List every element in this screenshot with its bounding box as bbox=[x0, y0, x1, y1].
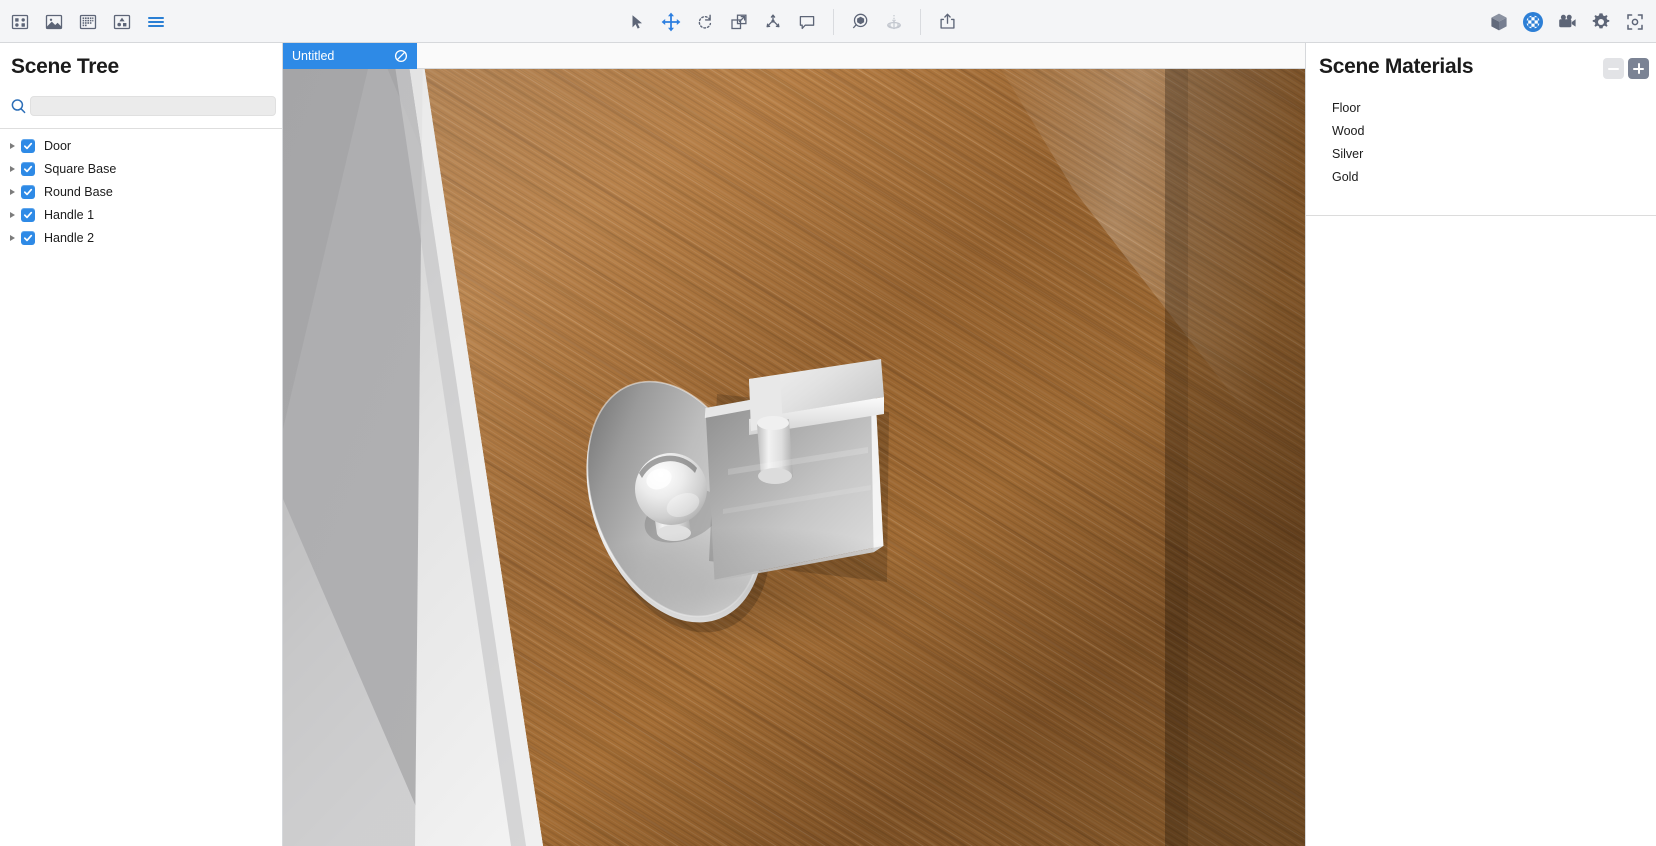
tree-item-label: Round Base bbox=[44, 184, 113, 199]
material-item-wood[interactable]: Wood bbox=[1306, 119, 1656, 142]
material-item-silver[interactable]: Silver bbox=[1306, 142, 1656, 165]
chevron-right-icon[interactable] bbox=[5, 231, 19, 245]
material-item-floor[interactable]: Floor bbox=[1306, 96, 1656, 119]
toolbar-left-group bbox=[0, 0, 173, 43]
gear-icon[interactable] bbox=[1584, 5, 1618, 39]
video-camera-icon[interactable] bbox=[1550, 5, 1584, 39]
panel-title: Scene Materials bbox=[1319, 55, 1474, 78]
plus-icon bbox=[1633, 63, 1644, 74]
scene-icon[interactable] bbox=[105, 5, 139, 39]
scene-tree-list: Door Square Base Round Base Handle 1 Han… bbox=[0, 129, 282, 249]
materials-sphere-icon[interactable] bbox=[1516, 5, 1550, 39]
viewport-area: Untitled bbox=[283, 43, 1305, 846]
search-icon bbox=[6, 94, 30, 118]
scene-materials-actions bbox=[1603, 55, 1649, 79]
top-toolbar bbox=[0, 0, 1656, 43]
scene-materials-list: Floor Wood Silver Gold bbox=[1306, 79, 1656, 188]
thumbnails-icon[interactable] bbox=[71, 5, 105, 39]
search-input[interactable] bbox=[30, 96, 276, 116]
toolbar-right-group bbox=[1482, 0, 1652, 43]
tab-untitled[interactable]: Untitled bbox=[283, 43, 417, 69]
document-tab-bar: Untitled bbox=[283, 43, 1305, 69]
tree-item-handle-2[interactable]: Handle 2 bbox=[0, 226, 282, 249]
tree-item-label: Door bbox=[44, 138, 72, 153]
explode-icon[interactable] bbox=[756, 5, 790, 39]
scene-tree-panel: Scene Tree Door Square Base Round Base H… bbox=[0, 43, 283, 846]
share-export-icon[interactable] bbox=[930, 5, 964, 39]
tree-item-square-base[interactable]: Square Base bbox=[0, 157, 282, 180]
list-view-icon[interactable] bbox=[139, 5, 173, 39]
panel-divider bbox=[1306, 215, 1656, 216]
visibility-checkbox[interactable] bbox=[21, 138, 35, 153]
scale-icon[interactable] bbox=[722, 5, 756, 39]
scene-render bbox=[283, 69, 1305, 846]
comment-icon[interactable] bbox=[790, 5, 824, 39]
viewfinder-icon[interactable] bbox=[1618, 5, 1652, 39]
tree-item-label: Handle 1 bbox=[44, 207, 95, 222]
material-item-gold[interactable]: Gold bbox=[1306, 165, 1656, 188]
tab-label: Untitled bbox=[292, 49, 335, 63]
select-arrow-icon[interactable] bbox=[620, 5, 654, 39]
remove-material-button[interactable] bbox=[1603, 58, 1624, 79]
pedestal-icon[interactable] bbox=[877, 5, 911, 39]
inspect-object-icon[interactable] bbox=[843, 5, 877, 39]
render-viewport[interactable] bbox=[283, 69, 1305, 846]
visibility-checkbox[interactable] bbox=[21, 184, 35, 199]
rotate-icon[interactable] bbox=[688, 5, 722, 39]
add-material-button[interactable] bbox=[1628, 58, 1649, 79]
chevron-right-icon[interactable] bbox=[5, 139, 19, 153]
chevron-right-icon[interactable] bbox=[5, 162, 19, 176]
contact-shadow bbox=[563, 527, 943, 651]
visibility-checkbox[interactable] bbox=[21, 161, 35, 176]
toolbar-separator-2 bbox=[920, 8, 921, 35]
toolbar-separator bbox=[833, 8, 834, 35]
chevron-right-icon[interactable] bbox=[5, 208, 19, 222]
unsaved-indicator-icon[interactable] bbox=[393, 49, 408, 64]
toolbar-center-group bbox=[620, 0, 964, 43]
move-icon[interactable] bbox=[654, 5, 688, 39]
minus-icon bbox=[1608, 63, 1619, 74]
visibility-checkbox[interactable] bbox=[21, 230, 35, 245]
app-root: Scene Tree Door Square Base Round Base H… bbox=[0, 0, 1656, 846]
gallery-grid-icon[interactable] bbox=[3, 5, 37, 39]
tree-item-label: Square Base bbox=[44, 161, 117, 176]
tree-item-round-base[interactable]: Round Base bbox=[0, 180, 282, 203]
tree-item-door[interactable]: Door bbox=[0, 134, 282, 157]
tree-item-label: Handle 2 bbox=[44, 230, 95, 245]
page-title: Scene Tree bbox=[11, 55, 119, 78]
chevron-right-icon[interactable] bbox=[5, 185, 19, 199]
tree-item-handle-1[interactable]: Handle 1 bbox=[0, 203, 282, 226]
scene-materials-panel: Scene Materials Floor Wood Silver Gold bbox=[1305, 43, 1656, 846]
scene-tree-search-row bbox=[0, 90, 282, 122]
image-icon[interactable] bbox=[37, 5, 71, 39]
cube-icon[interactable] bbox=[1482, 5, 1516, 39]
visibility-checkbox[interactable] bbox=[21, 207, 35, 222]
scene-materials-header: Scene Materials bbox=[1306, 43, 1656, 79]
